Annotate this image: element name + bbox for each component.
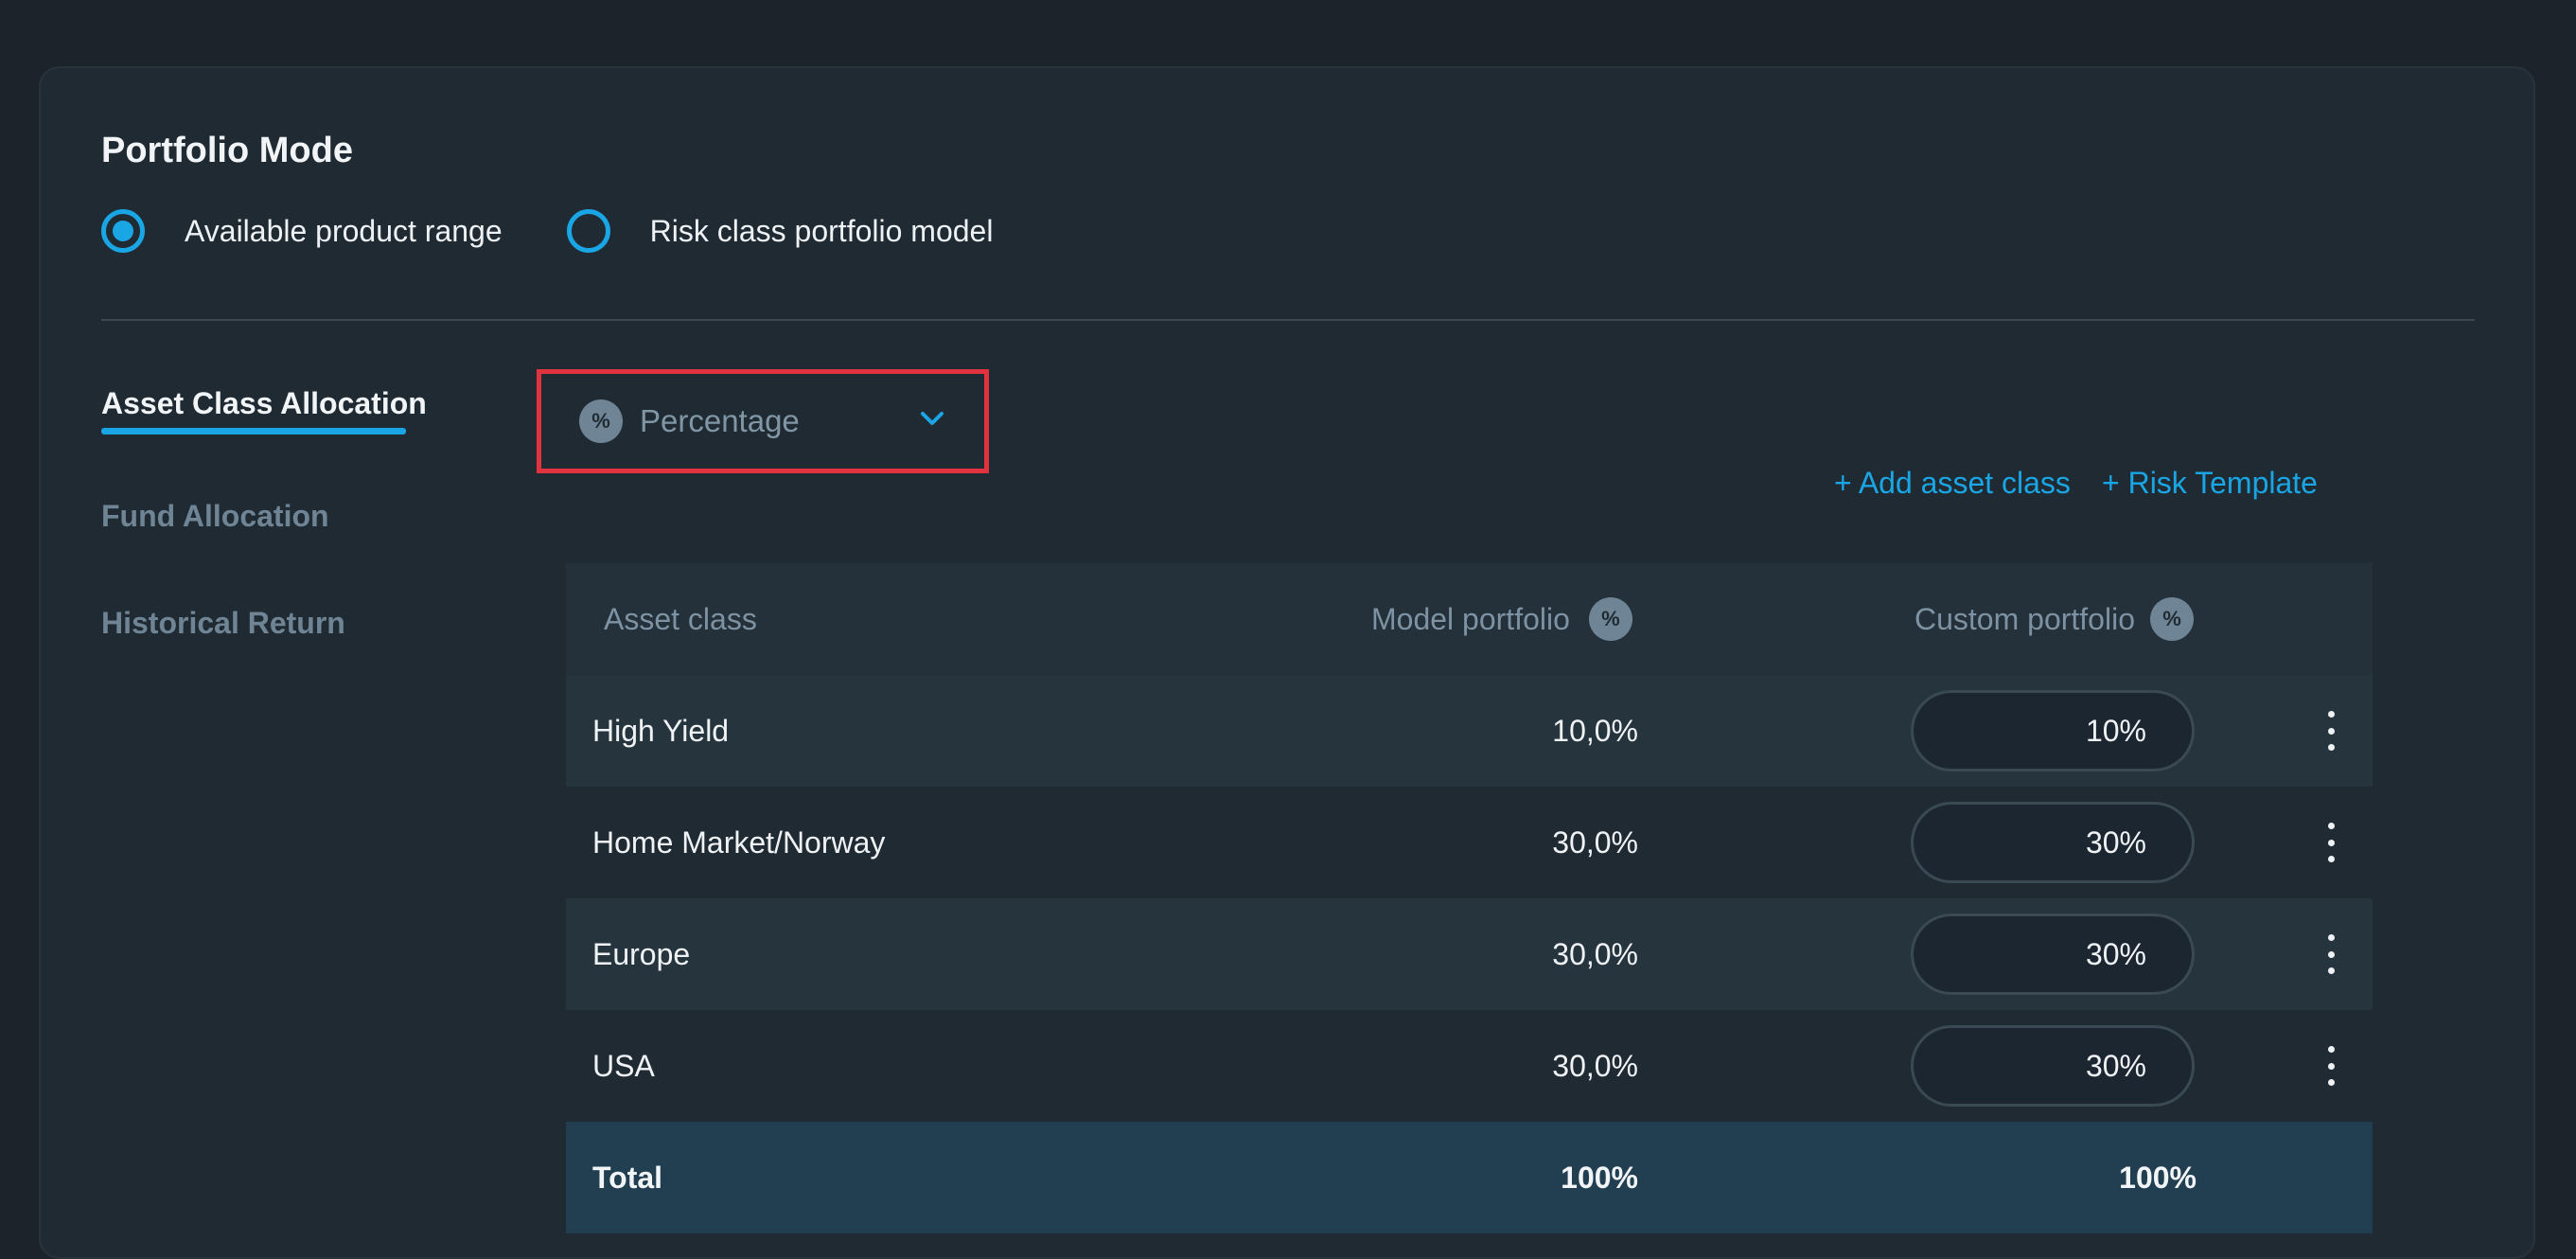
asset-allocation-table: Asset class Model portfolio % Custom por… <box>566 563 2373 1233</box>
header-model-portfolio-label: Model portfolio <box>1371 601 1570 636</box>
asset-class-name: Europe <box>592 936 691 971</box>
radio-risk-class-portfolio-model[interactable] <box>566 209 610 253</box>
custom-portfolio-input[interactable]: 30% <box>1911 1025 2195 1107</box>
header-custom-portfolio: Custom portfolio % <box>1914 563 2194 675</box>
header-asset-class: Asset class <box>604 601 757 636</box>
chevron-down-icon <box>921 412 944 425</box>
more-options-icon[interactable] <box>2321 934 2340 974</box>
more-options-icon[interactable] <box>2321 711 2340 751</box>
table-total-row: Total 100% 100% <box>566 1122 2373 1233</box>
total-model-value: 100% <box>1561 1160 1638 1195</box>
add-asset-class-link[interactable]: + Add asset class <box>1834 466 2071 501</box>
total-label: Total <box>592 1160 663 1195</box>
more-options-icon[interactable] <box>2321 823 2340 862</box>
custom-portfolio-input[interactable]: 10% <box>1911 690 2195 771</box>
table-row: Home Market/Norway 30,0% 30% <box>566 787 2373 898</box>
portfolio-card: Portfolio Mode Available product range R… <box>39 66 2535 1259</box>
section-title: Portfolio Mode <box>101 131 353 170</box>
sidenav-item-historical-return[interactable]: Historical Return <box>101 606 345 641</box>
table-header-row: Asset class Model portfolio % Custom por… <box>566 563 2373 675</box>
total-custom-value: 100% <box>2119 1160 2197 1195</box>
section-divider <box>101 319 2475 321</box>
table-row: High Yield 10,0% 10% <box>566 675 2373 787</box>
unit-dropdown[interactable]: % Percentage <box>537 369 989 473</box>
asset-class-name: Home Market/Norway <box>592 825 886 860</box>
header-model-portfolio: Model portfolio % <box>1371 563 1632 675</box>
table-row: Europe 30,0% 30% <box>566 898 2373 1010</box>
percent-icon: % <box>2149 597 2194 641</box>
percent-icon: % <box>1588 597 1632 641</box>
radio-available-product-range[interactable] <box>101 209 145 253</box>
asset-class-name: High Yield <box>592 713 730 748</box>
percent-icon: % <box>579 399 623 443</box>
custom-portfolio-input[interactable]: 30% <box>1911 802 2195 883</box>
asset-class-name: USA <box>592 1048 655 1083</box>
risk-template-link[interactable]: + Risk Template <box>2102 466 2318 501</box>
model-portfolio-value: 30,0% <box>1552 1048 1638 1083</box>
radio-label-risk-class-portfolio-model[interactable]: Risk class portfolio model <box>650 214 994 249</box>
model-portfolio-value: 10,0% <box>1552 713 1638 748</box>
header-custom-portfolio-label: Custom portfolio <box>1914 601 2135 636</box>
table-row: USA 30,0% 30% <box>566 1010 2373 1122</box>
radio-label-available-product-range[interactable]: Available product range <box>185 214 503 249</box>
radio-selected-dot <box>113 221 133 241</box>
sidenav-item-asset-class-allocation[interactable]: Asset Class Allocation <box>101 386 427 421</box>
more-options-icon[interactable] <box>2321 1046 2340 1086</box>
model-portfolio-value: 30,0% <box>1552 825 1638 860</box>
active-tab-underline <box>101 428 406 434</box>
sidenav-item-fund-allocation[interactable]: Fund Allocation <box>101 499 329 534</box>
portfolio-mode-radio-group: Available product range Risk class portf… <box>101 204 1057 257</box>
model-portfolio-value: 30,0% <box>1552 936 1638 971</box>
custom-portfolio-input[interactable]: 30% <box>1911 913 2195 995</box>
unit-dropdown-value: Percentage <box>640 403 800 438</box>
